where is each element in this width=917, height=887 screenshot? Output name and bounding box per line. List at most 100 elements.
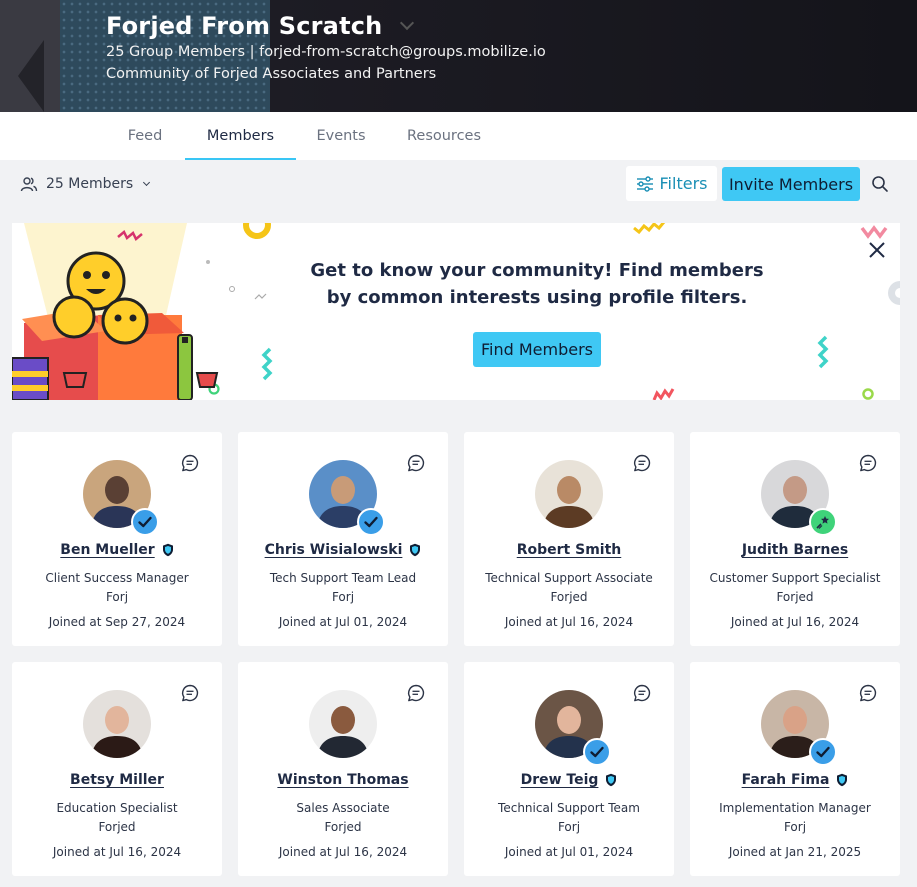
- member-joined-date: Joined at Jul 16, 2024: [278, 845, 408, 859]
- banner-line-1: Get to know your community! Find members: [310, 260, 764, 281]
- member-company: Forjed: [550, 590, 588, 604]
- member-joined-date: Joined at Jul 01, 2024: [278, 615, 408, 629]
- message-button[interactable]: [406, 683, 426, 703]
- member-role: Technical Support Team: [498, 801, 640, 815]
- chat-bubble-icon: [407, 684, 425, 702]
- group-header: Forjed From Scratch 25 Group Members | f…: [0, 0, 917, 112]
- invite-members-button[interactable]: Invite Members: [722, 167, 860, 201]
- banner-heading: Get to know your community! Find members…: [272, 257, 802, 311]
- member-role: Education Specialist: [56, 801, 178, 815]
- verified-badge: [131, 508, 159, 536]
- member-role: Implementation Manager: [719, 801, 871, 815]
- member-card[interactable]: Ben Mueller Client Success Manager Forj …: [12, 432, 222, 646]
- checkmark-icon: [364, 516, 378, 528]
- member-name[interactable]: Robert Smith: [517, 542, 622, 558]
- message-button[interactable]: [632, 683, 652, 703]
- member-company: Forjed: [776, 590, 814, 604]
- member-card[interactable]: Drew Teig Technical Support Team Forj Jo…: [464, 662, 674, 876]
- member-joined-date: Joined at Jul 16, 2024: [504, 615, 634, 629]
- member-card[interactable]: Betsy Miller Education Specialist Forjed…: [12, 662, 222, 876]
- member-card[interactable]: Judith Barnes Customer Support Specialis…: [690, 432, 900, 646]
- members-count-dropdown[interactable]: 25 Members: [20, 175, 151, 193]
- member-joined-date: Joined at Jan 21, 2025: [728, 845, 862, 859]
- member-role: Customer Support Specialist: [709, 571, 881, 585]
- chevron-down-icon[interactable]: [400, 15, 415, 31]
- member-name[interactable]: Farah Fima: [742, 772, 830, 788]
- member-name[interactable]: Chris Wisialowski: [265, 542, 403, 558]
- shield-icon: [606, 773, 617, 787]
- member-name[interactable]: Ben Mueller: [60, 542, 154, 558]
- member-joined-date: Joined at Jul 16, 2024: [730, 615, 860, 629]
- verified-badge: [809, 738, 837, 766]
- member-card[interactable]: Winston Thomas Sales Associate Forjed Jo…: [238, 662, 448, 876]
- tab-feed[interactable]: Feed: [106, 112, 184, 160]
- avatar[interactable]: [83, 690, 151, 758]
- member-card[interactable]: Robert Smith Technical Support Associate…: [464, 432, 674, 646]
- member-company: Forj: [783, 820, 807, 834]
- checkmark-icon: [138, 516, 152, 528]
- filters-label: Filters: [659, 174, 708, 193]
- member-role: Technical Support Associate: [485, 571, 653, 585]
- tab-events[interactable]: Events: [300, 112, 382, 160]
- group-title-row[interactable]: Forjed From Scratch: [106, 12, 546, 40]
- member-role: Client Success Manager: [45, 571, 189, 585]
- chat-bubble-icon: [181, 684, 199, 702]
- chat-bubble-icon: [633, 454, 651, 472]
- message-button[interactable]: [858, 683, 878, 703]
- shooting-star-icon: [816, 516, 829, 529]
- member-card[interactable]: Farah Fima Implementation Manager Forj J…: [690, 662, 900, 876]
- sliders-icon: [636, 175, 653, 192]
- member-company: Forj: [331, 590, 355, 604]
- group-description: Community of Forjed Associates and Partn…: [106, 66, 437, 82]
- search-button[interactable]: [868, 172, 892, 196]
- member-name[interactable]: Betsy Miller: [70, 772, 164, 788]
- member-company: Forj: [105, 590, 129, 604]
- member-joined-date: Joined at Jul 01, 2024: [504, 845, 634, 859]
- profile-photo: [309, 690, 377, 758]
- chat-bubble-icon: [407, 454, 425, 472]
- member-card[interactable]: Chris Wisialowski Tech Support Team Lead…: [238, 432, 448, 646]
- checkmark-icon: [590, 746, 604, 758]
- checkmark-icon: [816, 746, 830, 758]
- chat-bubble-icon: [181, 454, 199, 472]
- rising-star-badge: [809, 508, 837, 536]
- verified-badge: [357, 508, 385, 536]
- chat-bubble-icon: [859, 684, 877, 702]
- avatar[interactable]: [535, 460, 603, 528]
- shield-icon: [162, 543, 173, 557]
- banner-illustration: [12, 223, 900, 400]
- chat-bubble-icon: [859, 454, 877, 472]
- header-decorative-shape: [18, 40, 44, 112]
- profile-photo: [535, 460, 603, 528]
- tab-resources[interactable]: Resources: [388, 112, 500, 160]
- filters-button[interactable]: Filters: [626, 166, 717, 201]
- message-button[interactable]: [858, 453, 878, 473]
- message-button[interactable]: [180, 453, 200, 473]
- member-name[interactable]: Drew Teig: [521, 772, 599, 788]
- group-subtitle: 25 Group Members | forjed-from-scratch@g…: [106, 44, 546, 60]
- tab-members[interactable]: Members: [185, 112, 296, 160]
- member-joined-date: Joined at Jul 16, 2024: [52, 845, 182, 859]
- message-button[interactable]: [632, 453, 652, 473]
- member-company: Forj: [557, 820, 581, 834]
- message-button[interactable]: [406, 453, 426, 473]
- message-button[interactable]: [180, 683, 200, 703]
- find-members-banner: Get to know your community! Find members…: [12, 223, 900, 400]
- group-title: Forjed From Scratch: [106, 12, 383, 40]
- avatar[interactable]: [309, 690, 377, 758]
- member-name[interactable]: Judith Barnes: [742, 542, 848, 558]
- close-banner-button[interactable]: [866, 239, 888, 261]
- member-company: Forjed: [324, 820, 362, 834]
- members-count-label: 25 Members: [46, 176, 134, 192]
- verified-badge: [583, 738, 611, 766]
- close-icon: [869, 242, 885, 258]
- member-joined-date: Joined at Sep 27, 2024: [48, 615, 186, 629]
- chat-bubble-icon: [633, 684, 651, 702]
- search-icon: [872, 176, 888, 192]
- member-role: Tech Support Team Lead: [269, 571, 417, 585]
- member-company: Forjed: [98, 820, 136, 834]
- chevron-down-icon: [143, 178, 151, 187]
- member-name[interactable]: Winston Thomas: [277, 772, 408, 788]
- shield-icon: [410, 543, 421, 557]
- find-members-button[interactable]: Find Members: [473, 332, 601, 367]
